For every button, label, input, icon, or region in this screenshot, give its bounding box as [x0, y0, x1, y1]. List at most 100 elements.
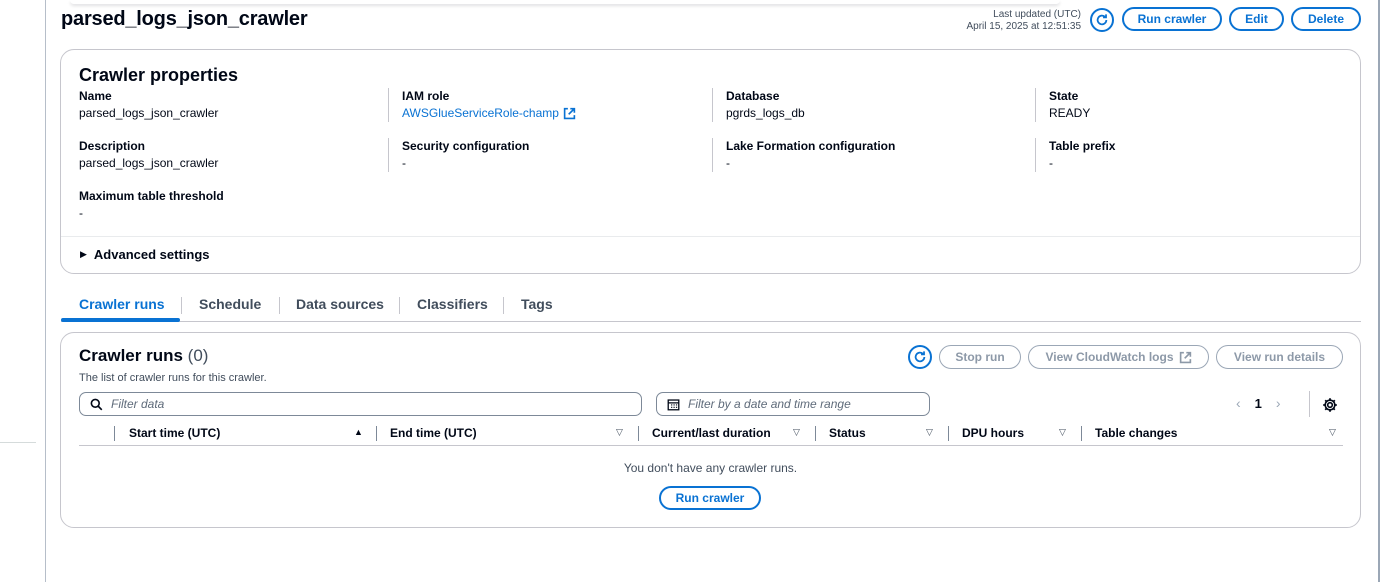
- property-database: Database pgrds_logs_db: [712, 88, 1012, 122]
- crawler-runs-title: Crawler runs (0): [79, 346, 208, 366]
- advanced-settings-label[interactable]: Advanced settings: [94, 247, 210, 262]
- crawler-runs-title-text: Crawler runs: [79, 346, 183, 365]
- column-separator: [114, 426, 115, 441]
- refresh-icon: [914, 351, 926, 363]
- tab-schedule[interactable]: Schedule: [199, 296, 261, 312]
- date-range-filter-input[interactable]: Filter by a date and time range: [656, 392, 930, 416]
- filter-data-input[interactable]: Filter data: [79, 392, 642, 416]
- tab-separator: [399, 297, 400, 314]
- property-lake-formation: Lake Formation configuration -: [712, 138, 1012, 172]
- property-state: State READY: [1035, 88, 1335, 122]
- crawler-runs-description: The list of crawler runs for this crawle…: [79, 372, 267, 384]
- iam-role-link-text[interactable]: AWSGlueServiceRole-champ: [402, 104, 559, 122]
- pagination-separator: [1309, 391, 1310, 417]
- property-max-table-threshold: Maximum table threshold -: [79, 188, 379, 222]
- property-value: parsed_logs_json_crawler: [79, 156, 219, 170]
- property-value: parsed_logs_json_crawler: [79, 106, 219, 120]
- sort-icon[interactable]: ▽: [793, 427, 800, 438]
- sort-icon[interactable]: ▽: [616, 427, 623, 438]
- tab-data-sources[interactable]: Data sources: [296, 296, 384, 312]
- top-panel-shadow: [70, 0, 1060, 4]
- column-separator: [948, 426, 949, 441]
- tab-separator: [503, 297, 504, 314]
- view-run-details-button[interactable]: View run details: [1216, 345, 1343, 369]
- property-label: Security configuration: [402, 139, 530, 153]
- next-page-icon[interactable]: ›: [1276, 395, 1281, 411]
- active-tab-indicator: [61, 318, 180, 322]
- column-separator: [1081, 426, 1082, 441]
- stop-run-button[interactable]: Stop run: [939, 345, 1021, 369]
- property-label: Description: [79, 139, 146, 153]
- last-updated-value: April 15, 2025 at 12:51:35: [966, 21, 1081, 32]
- sort-ascending-icon[interactable]: ▲: [354, 427, 363, 437]
- advanced-settings-toggle[interactable]: ▶ Advanced settings: [80, 247, 210, 262]
- property-label: Name: [79, 89, 112, 103]
- view-cloudwatch-logs-label[interactable]: View CloudWatch logs: [1045, 350, 1173, 364]
- run-crawler-button[interactable]: Run crawler: [1122, 7, 1222, 31]
- settings-gear-icon[interactable]: [1322, 397, 1338, 413]
- property-label: IAM role: [402, 89, 450, 103]
- property-name: Name parsed_logs_json_crawler: [79, 88, 379, 122]
- crawler-properties-card: Crawler properties Name parsed_logs_json…: [60, 49, 1361, 274]
- column-table-changes[interactable]: Table changes: [1095, 426, 1177, 440]
- column-dpu-hours[interactable]: DPU hours: [962, 426, 1024, 440]
- property-description: Description parsed_logs_json_crawler: [79, 138, 379, 172]
- caret-right-icon: ▶: [80, 249, 87, 259]
- refresh-runs-button[interactable]: [908, 345, 932, 369]
- delete-button[interactable]: Delete: [1291, 7, 1361, 31]
- tab-separator: [279, 297, 280, 314]
- sort-icon[interactable]: ▽: [926, 427, 933, 438]
- property-value: pgrds_logs_db: [726, 106, 805, 120]
- left-navigation-rail: [0, 0, 46, 582]
- property-label: State: [1049, 89, 1079, 103]
- crawler-properties-title: Crawler properties: [79, 65, 239, 85]
- tab-tags[interactable]: Tags: [521, 296, 553, 312]
- refresh-icon: [1096, 14, 1108, 26]
- pagination: ‹ 1 ›: [1236, 395, 1281, 411]
- advanced-settings-divider: [61, 236, 1360, 237]
- sort-icon[interactable]: ▽: [1329, 427, 1336, 438]
- column-status[interactable]: Status: [829, 426, 866, 440]
- property-value: READY: [1049, 106, 1091, 120]
- calendar-icon: [667, 398, 680, 410]
- column-separator: [376, 426, 377, 441]
- column-separator: [638, 426, 639, 441]
- property-security-configuration: Security configuration -: [388, 138, 688, 172]
- view-cloudwatch-logs-button[interactable]: View CloudWatch logs: [1028, 345, 1209, 369]
- property-table-prefix: Table prefix -: [1035, 138, 1335, 172]
- tab-separator: [181, 297, 182, 314]
- property-value: -: [1049, 156, 1053, 170]
- current-page-number[interactable]: 1: [1255, 396, 1262, 411]
- refresh-button[interactable]: [1090, 8, 1114, 32]
- previous-page-icon[interactable]: ‹: [1236, 395, 1241, 411]
- nav-divider: [0, 442, 36, 443]
- empty-state-message: You don't have any crawler runs.: [623, 461, 798, 475]
- iam-role-link[interactable]: AWSGlueServiceRole-champ: [402, 104, 576, 122]
- page-title: parsed_logs_json_crawler: [61, 8, 308, 30]
- column-start-time[interactable]: Start time (UTC): [129, 426, 220, 440]
- crawler-runs-card: Crawler runs (0) The list of crawler run…: [60, 332, 1361, 528]
- search-icon: [90, 398, 103, 410]
- last-updated-label: Last updated (UTC): [993, 9, 1081, 20]
- column-duration[interactable]: Current/last duration: [652, 426, 771, 440]
- empty-state-run-crawler-button[interactable]: Run crawler: [659, 486, 761, 510]
- date-range-placeholder[interactable]: Filter by a date and time range: [688, 397, 851, 411]
- tab-classifiers[interactable]: Classifiers: [417, 296, 488, 312]
- property-label: Table prefix: [1049, 139, 1116, 153]
- table-header: Start time (UTC) ▲ End time (UTC) ▽ Curr…: [79, 423, 1343, 446]
- property-value: -: [402, 156, 406, 170]
- tab-bar: Crawler runs Schedule Data sources Class…: [61, 293, 1361, 322]
- column-end-time[interactable]: End time (UTC): [390, 426, 477, 440]
- property-value: -: [79, 206, 83, 220]
- filter-data-placeholder[interactable]: Filter data: [111, 397, 164, 411]
- last-updated: Last updated (UTC) April 15, 2025 at 12:…: [940, 9, 1081, 33]
- column-separator: [815, 426, 816, 441]
- property-value: -: [726, 156, 730, 170]
- crawler-runs-count: (0): [187, 346, 209, 365]
- sort-icon[interactable]: ▽: [1059, 427, 1066, 438]
- edit-button[interactable]: Edit: [1229, 7, 1284, 31]
- property-iam-role: IAM role AWSGlueServiceRole-champ: [388, 88, 688, 122]
- tab-crawler-runs[interactable]: Crawler runs: [79, 296, 165, 312]
- property-label: Database: [726, 89, 780, 103]
- external-link-icon: [1179, 351, 1191, 363]
